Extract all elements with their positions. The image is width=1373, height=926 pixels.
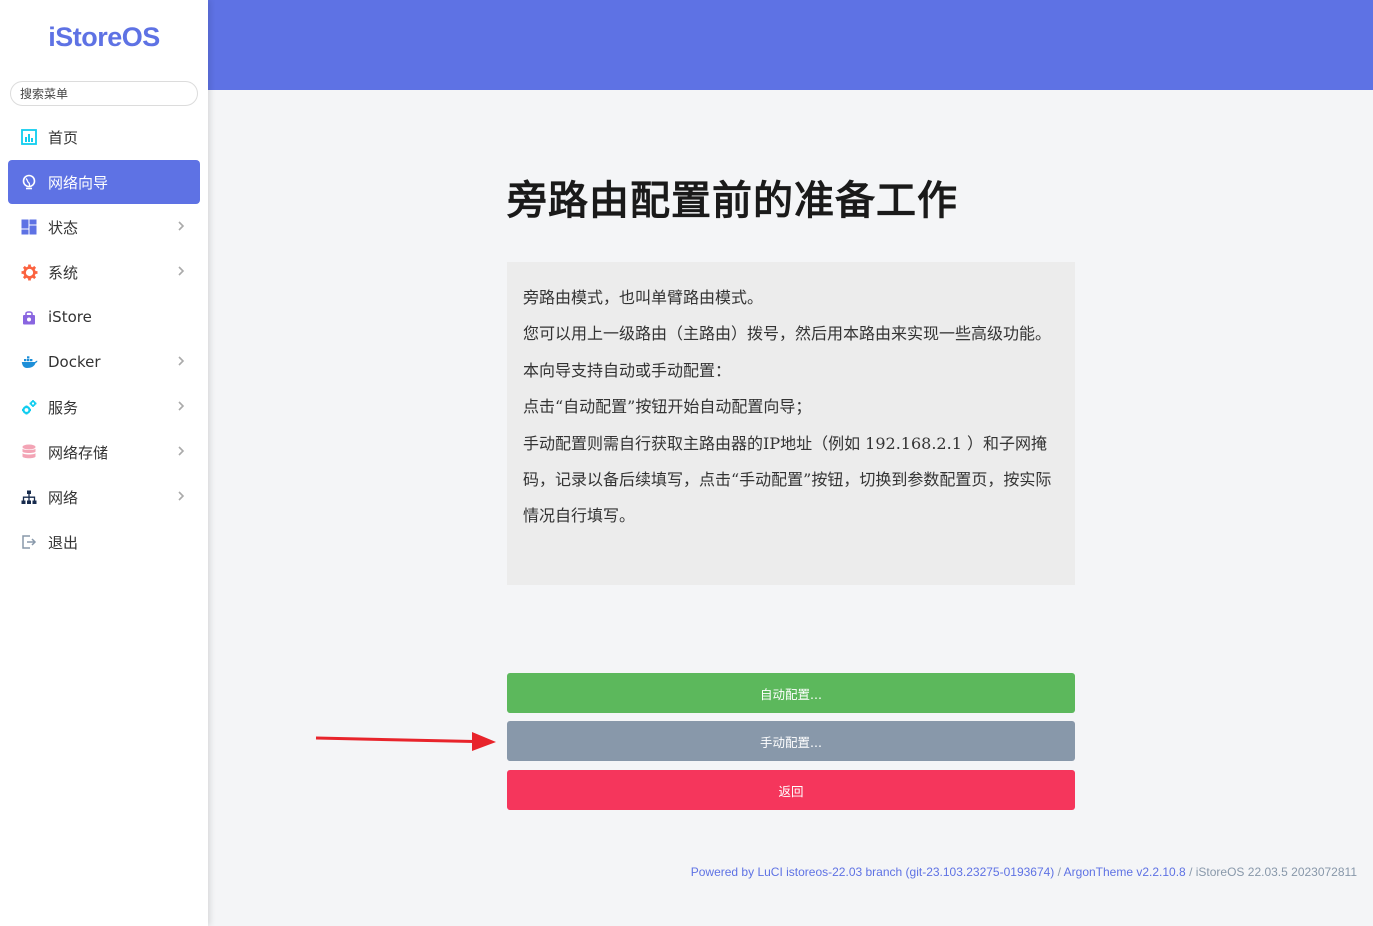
auto-config-button[interactable]: 自动配置... — [507, 673, 1075, 713]
chevron-right-icon — [178, 446, 185, 456]
chevron-right-icon — [178, 221, 185, 231]
sidebar-item-label: 首页 — [48, 128, 79, 147]
description-line: 本向导支持自动或手动配置： — [523, 360, 732, 380]
footer-separator: / — [1054, 865, 1064, 879]
dashboard-chart-icon — [20, 128, 38, 146]
sidebar-item-status[interactable]: 状态 — [8, 205, 200, 249]
sidebar-item-label: 网络存储 — [48, 443, 109, 462]
description-line: 点击“自动配置”按钮开始自动配置向导； — [523, 397, 812, 417]
sidebar-item-network-wizard[interactable]: 网络向导 — [8, 160, 200, 204]
sidebar-item-network[interactable]: 网络 — [8, 475, 200, 519]
brand-logo[interactable]: iStoreOS — [0, 22, 208, 53]
header-band — [208, 0, 1373, 90]
sidebar-item-system[interactable]: 系统 — [8, 250, 200, 294]
database-icon — [20, 443, 38, 461]
chevron-right-icon — [178, 266, 185, 276]
logout-icon — [20, 533, 38, 551]
chevron-right-icon — [178, 401, 185, 411]
annotation-arrow-icon — [315, 732, 496, 751]
description-panel: 旁路由模式，也叫单臂路由模式。 您可以用上一级路由（主路由）拨号，然后用本路由来… — [507, 262, 1075, 585]
description-line: 您可以用上一级路由（主路由）拨号，然后用本路由来实现一些高级功能。 — [523, 324, 1052, 344]
footer: Powered by LuCI istoreos-22.03 branch (g… — [691, 865, 1357, 879]
chevron-right-icon — [178, 356, 185, 366]
sidebar-item-home[interactable]: 首页 — [8, 115, 200, 159]
store-bag-icon — [20, 308, 38, 326]
sidebar-item-services[interactable]: 服务 — [8, 385, 200, 429]
sidebar: iStoreOS 首页 网络向导 状态 — [0, 0, 208, 926]
description-line: 旁路由模式，也叫单臂路由模式。 — [523, 288, 764, 307]
footer-version: iStoreOS 22.03.5 2023072811 — [1195, 865, 1357, 879]
sidebar-item-label: 网络向导 — [48, 173, 109, 192]
network-tree-icon — [20, 488, 38, 506]
sidebar-item-network-storage[interactable]: 网络存储 — [8, 430, 200, 474]
sidebar-item-label: 网络 — [48, 488, 79, 507]
globe-icon — [20, 173, 38, 191]
sidebar-item-label: 服务 — [48, 398, 79, 417]
menu-search-input[interactable] — [10, 81, 198, 106]
docker-whale-icon — [20, 353, 38, 371]
sidebar-item-label: 状态 — [48, 218, 79, 237]
grid-tiles-icon — [20, 218, 38, 236]
sidebar-item-label: 退出 — [48, 533, 79, 552]
sidebar-menu: 首页 网络向导 状态 系统 iStore Docker 服务 网络存储 网络 退… — [8, 115, 200, 565]
manual-config-button[interactable]: 手动配置... — [507, 721, 1075, 761]
description-line: 手动配置则需自行获取主路由器的IP地址（例如 192.168.2.1 ）和子网掩… — [523, 433, 1052, 526]
sidebar-item-logout[interactable]: 退出 — [8, 520, 200, 564]
sidebar-item-docker[interactable]: Docker — [8, 340, 200, 384]
gear-icon — [20, 263, 38, 281]
chevron-right-icon — [178, 491, 185, 501]
sidebar-item-label: Docker — [48, 353, 101, 371]
sidebar-item-istore[interactable]: iStore — [8, 295, 200, 339]
sidebar-item-label: iStore — [48, 308, 92, 326]
sidebar-item-label: 系统 — [48, 263, 79, 282]
footer-separator: / — [1185, 865, 1196, 879]
footer-theme-link[interactable]: ArgonTheme v2.2.10.8 — [1064, 865, 1186, 879]
back-button[interactable]: 返回 — [507, 770, 1075, 810]
page-title: 旁路由配置前的准备工作 — [507, 178, 958, 224]
cogs-icon — [20, 398, 38, 416]
footer-luci-link[interactable]: Powered by LuCI istoreos-22.03 branch (g… — [691, 865, 1055, 879]
